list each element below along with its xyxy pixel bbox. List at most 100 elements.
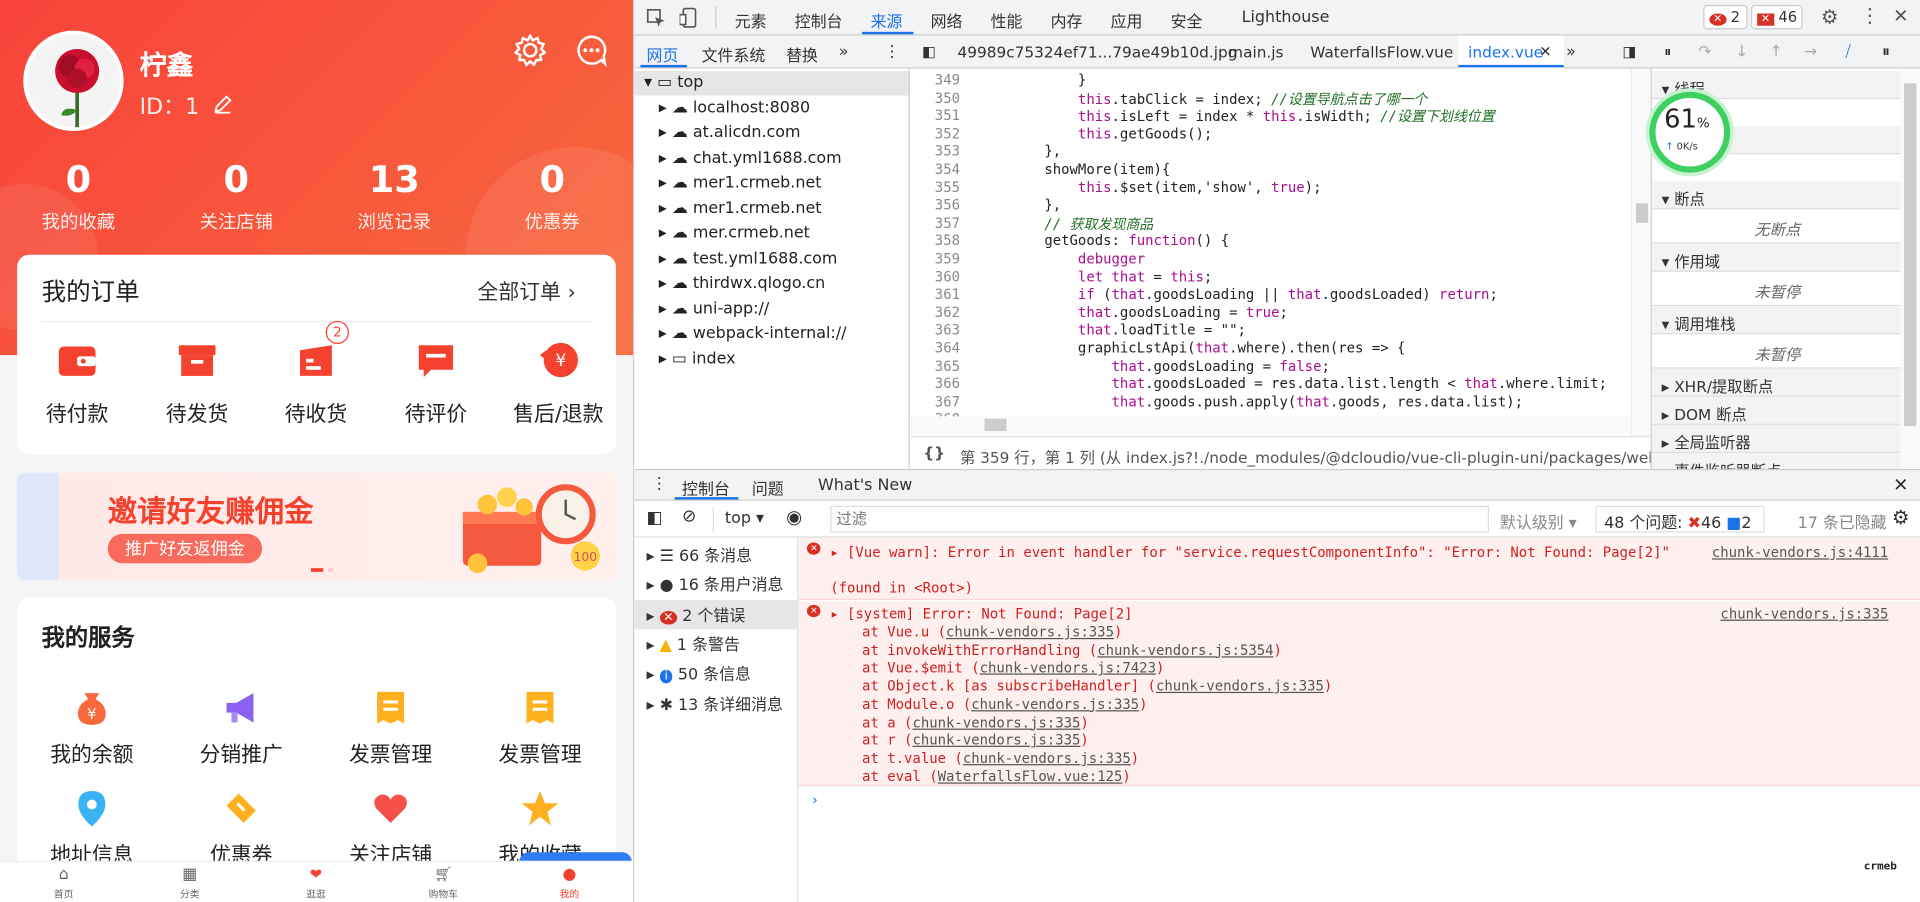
- edit-icon[interactable]: [213, 94, 233, 114]
- line-number[interactable]: 357: [911, 214, 960, 231]
- line-number[interactable]: 366: [911, 375, 960, 392]
- more-vertical-icon[interactable]: ⋮: [884, 43, 900, 61]
- log-entry-vue-warn[interactable]: ✕ ▸ [Vue warn]: Error in event handler f…: [798, 537, 1920, 601]
- tree-node[interactable]: ▸ ☁︎ uni-app://: [659, 300, 769, 324]
- clear-console-icon[interactable]: ⊘: [682, 507, 696, 527]
- tab-mine[interactable]: ● 我的: [533, 866, 606, 902]
- tree-node[interactable]: ▸ ☁︎ chat.yml1688.com: [659, 149, 842, 173]
- settings-icon[interactable]: [513, 33, 547, 67]
- nav-tab-filesystem[interactable]: 文件系统: [702, 43, 766, 66]
- close-drawer-icon[interactable]: ✕: [1893, 474, 1908, 496]
- line-number[interactable]: 362: [911, 303, 960, 320]
- all-orders-link[interactable]: 全部订单 ›: [478, 274, 576, 304]
- tab-home[interactable]: ⌂ 首页: [27, 866, 100, 902]
- console-filter-input[interactable]: [830, 505, 1489, 533]
- tree-node[interactable]: ▸ ▭ index: [659, 350, 736, 374]
- stack-link[interactable]: chunk-vendors.js:335: [963, 749, 1131, 766]
- file-tab-image[interactable]: 49989c75324ef71...79ae49b10d.jpg: [958, 43, 1238, 61]
- context-selector[interactable]: top ▾: [725, 509, 764, 527]
- line-number[interactable]: 355: [911, 178, 960, 195]
- inspect-icon[interactable]: [646, 9, 667, 29]
- more-vertical-icon[interactable]: ⋮: [1860, 4, 1880, 27]
- pause-exceptions-icon[interactable]: ⏸︎: [1882, 43, 1890, 61]
- tree-node[interactable]: ▸ ☁︎ webpack-internal://: [659, 324, 847, 348]
- sidebar-verbose[interactable]: ▸ ✱ 13 条详细消息: [647, 692, 783, 721]
- sidebar-info[interactable]: ▸ i 50 条信息: [647, 661, 751, 690]
- stat-favorites[interactable]: 0 我的收藏: [5, 159, 152, 234]
- service-coupons[interactable]: 优惠券: [167, 789, 316, 868]
- stack-link[interactable]: chunk-vendors.js:7423: [980, 659, 1156, 676]
- tab-sources[interactable]: 来源: [871, 9, 903, 32]
- step-icon[interactable]: →: [1804, 43, 1817, 61]
- line-number[interactable]: 358: [911, 232, 960, 249]
- log-entry-system-error[interactable]: ✕ ▸ [system] Error: Not Found: Page[2] c…: [798, 601, 1920, 787]
- nav-tab-overrides[interactable]: 替换: [786, 43, 818, 66]
- line-number[interactable]: 365: [911, 357, 960, 374]
- tab-memory[interactable]: 内存: [1051, 9, 1083, 32]
- close-icon[interactable]: ✕: [1893, 5, 1908, 27]
- tree-node[interactable]: ▸ ☁︎ at.alicdn.com: [659, 124, 801, 148]
- tab-cart[interactable]: 🛒︎ 购物车: [407, 866, 480, 902]
- line-number[interactable]: 353: [911, 143, 960, 160]
- order-after-sale[interactable]: ¥ 售后/退款: [497, 338, 619, 427]
- order-pending-receive[interactable]: 2 待收货: [257, 320, 375, 427]
- line-number[interactable]: 361: [911, 286, 960, 303]
- debugger-section[interactable]: ▾ 调用堆栈: [1651, 306, 1903, 335]
- stack-link[interactable]: chunk-vendors.js:5354: [1097, 641, 1273, 658]
- tree-node-top[interactable]: ▾ ▭ top: [644, 73, 703, 97]
- tab-application[interactable]: 应用: [1111, 9, 1143, 32]
- line-number[interactable]: 364: [911, 339, 960, 356]
- stack-link[interactable]: WaterfallsFlow.vue:125: [938, 767, 1123, 784]
- tab-console[interactable]: 控制台: [795, 9, 843, 32]
- service-distribution[interactable]: 分销推广: [167, 688, 316, 768]
- tree-node[interactable]: ▸ ☁︎ mer.crmeb.net: [659, 224, 810, 248]
- debugger-section[interactable]: ▾ 作用域: [1651, 243, 1903, 272]
- issues-button[interactable]: 48 个问题: ✖46 ■2: [1595, 505, 1765, 533]
- line-number[interactable]: 349: [911, 71, 960, 88]
- stack-link[interactable]: chunk-vendors.js:335: [912, 731, 1080, 748]
- more-files-icon[interactable]: »: [1566, 43, 1576, 61]
- invite-banner[interactable]: 邀请好友赚佣金 推广好友返佣金 100: [17, 472, 616, 581]
- avatar[interactable]: [23, 30, 124, 132]
- tab-performance[interactable]: 性能: [991, 9, 1023, 32]
- debugger-section[interactable]: ▸ 全局监听器: [1651, 424, 1903, 454]
- stack-link[interactable]: chunk-vendors.js:335: [946, 623, 1114, 640]
- tab-explore[interactable]: ❤ 逛逛: [279, 866, 352, 902]
- order-pending-payment[interactable]: 待付款: [18, 338, 136, 427]
- tree-node[interactable]: ▸ ☁︎ thirdwx.qlogo.cn: [659, 274, 825, 298]
- toggle-navigator-icon[interactable]: ◧: [922, 43, 936, 60]
- tree-node[interactable]: ▸ ☁︎ mer1.crmeb.net: [659, 174, 822, 198]
- sidebar-scrollbar[interactable]: [1900, 68, 1920, 469]
- service-balance[interactable]: ¥ 我的余额: [17, 688, 166, 768]
- toggle-debugger-icon[interactable]: ◨: [1622, 43, 1636, 60]
- stack-link[interactable]: chunk-vendors.js:335: [912, 713, 1080, 730]
- sidebar-warnings[interactable]: ▸ ▲ 1 条警告: [647, 632, 740, 661]
- stat-coupons[interactable]: 0 优惠券: [479, 159, 626, 234]
- line-number[interactable]: 356: [911, 196, 960, 213]
- line-number[interactable]: 352: [911, 125, 960, 142]
- tree-node[interactable]: ▸ ☁︎ test.yml1688.com: [659, 250, 838, 274]
- order-pending-ship[interactable]: 待发货: [138, 338, 256, 427]
- stat-history[interactable]: 13 浏览记录: [321, 159, 468, 234]
- deactivate-breakpoints-icon[interactable]: ⧸: [1845, 43, 1850, 61]
- source-link[interactable]: chunk-vendors.js:335: [1720, 605, 1888, 622]
- tab-security[interactable]: 安全: [1171, 9, 1203, 32]
- file-tab-main-js[interactable]: main.js: [1228, 43, 1283, 61]
- line-number[interactable]: 351: [911, 107, 960, 124]
- tab-category[interactable]: ▦ 分类: [153, 866, 226, 902]
- source-link[interactable]: chunk-vendors.js:4111: [1712, 544, 1888, 561]
- editor-hscrollbar[interactable]: [911, 416, 1632, 434]
- tree-node[interactable]: ▸ ☁︎ mer1.crmeb.net: [659, 200, 822, 224]
- message-icon[interactable]: [574, 33, 608, 68]
- drawer-tab-console[interactable]: 控制台: [682, 476, 730, 499]
- tree-node[interactable]: ▸ ☁︎ localhost:8080: [659, 99, 810, 123]
- nav-tab-page[interactable]: 网页: [647, 43, 679, 66]
- carousel-dot[interactable]: [311, 568, 324, 572]
- file-tab-index-vue[interactable]: index.vue: [1468, 43, 1543, 61]
- close-tab-icon[interactable]: ✕: [1539, 43, 1551, 60]
- service-invoice[interactable]: 发票管理: [316, 688, 465, 768]
- tab-lighthouse[interactable]: Lighthouse: [1242, 9, 1330, 27]
- stack-link[interactable]: chunk-vendors.js:335: [971, 695, 1139, 712]
- drawer-menu-icon[interactable]: ⋮: [651, 475, 667, 493]
- drawer-tab-whats-new[interactable]: What's New: [818, 476, 912, 494]
